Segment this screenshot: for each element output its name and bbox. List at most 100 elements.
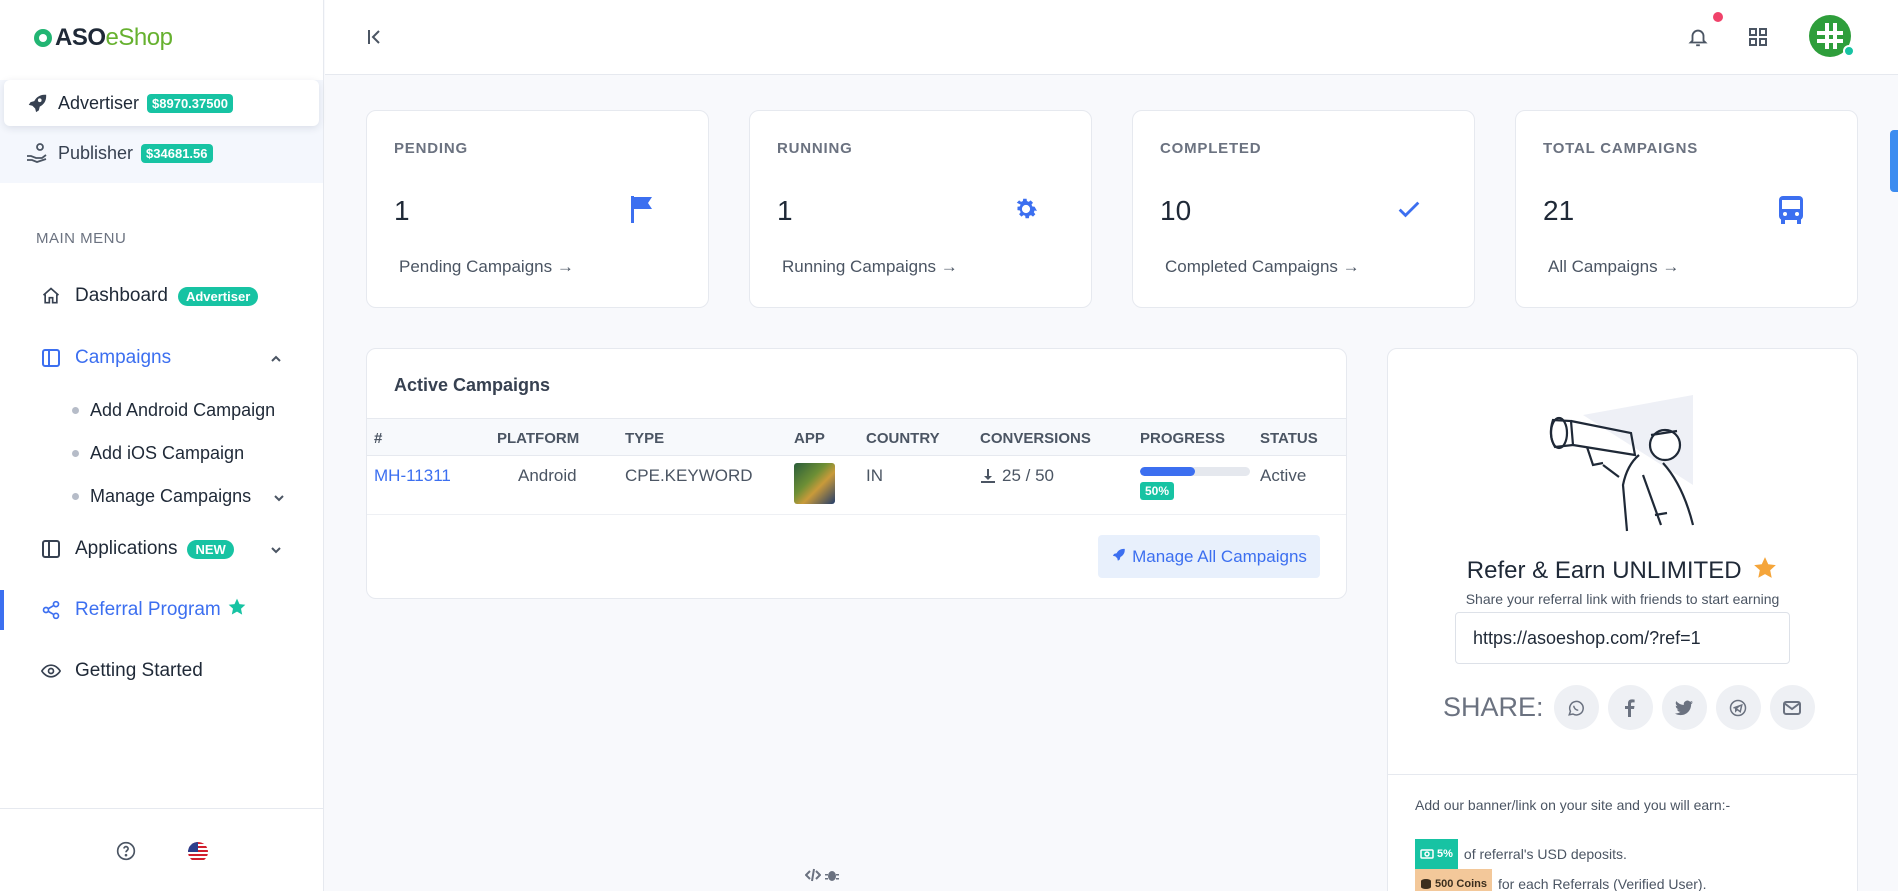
whatsapp-icon[interactable] (1553, 685, 1599, 730)
referral-card: Refer & Earn UNLIMITED Share your referr… (1387, 348, 1858, 891)
nav-label: Dashboard (75, 285, 168, 306)
referral-link-input[interactable] (1455, 612, 1790, 664)
stat-label: COMPLETED (1160, 140, 1262, 157)
stat-value: 1 (394, 195, 410, 226)
stat-card-pending: PENDING 1 Pending Campaigns → (366, 110, 709, 308)
campaigns-icon (40, 347, 62, 369)
dashboard-badge: Advertiser (177, 286, 259, 306)
facebook-icon[interactable] (1607, 685, 1653, 730)
nav-applications[interactable]: Applications NEW (0, 527, 323, 571)
nav-label: Referral Program (75, 599, 221, 620)
stat-label: PENDING (394, 140, 468, 157)
sub-add-ios-campaign[interactable]: Add iOS Campaign (72, 435, 244, 471)
top-bar (325, 0, 1898, 75)
new-badge: NEW (187, 539, 234, 559)
earn-line-coins: 500 Coins for each Referrals (Verified U… (1415, 869, 1707, 891)
column-header: CONVERSIONS (980, 430, 1091, 447)
sidebar: ASO eShop Advertiser $8970.37500 Publish… (0, 0, 324, 891)
nav-dashboard[interactable]: Dashboard Advertiser (0, 274, 323, 318)
bullet-dot (72, 449, 79, 457)
nav-label: Getting Started (75, 660, 203, 681)
mail-icon[interactable] (1769, 685, 1815, 730)
star-icon (1752, 555, 1778, 588)
dev-tools[interactable] (804, 868, 839, 887)
share-label: SHARE: (1443, 692, 1544, 722)
money-icon (1420, 849, 1434, 859)
platform-cell: Android (518, 466, 577, 485)
sub-manage-campaigns[interactable]: Manage Campaigns (72, 478, 284, 514)
column-header: COUNTRY (866, 430, 940, 447)
sub-add-android-campaign[interactable]: Add Android Campaign (72, 392, 275, 428)
all-campaigns-link[interactable]: All Campaigns → (1548, 257, 1679, 277)
online-status-dot (1843, 45, 1855, 57)
twitter-icon[interactable] (1661, 685, 1707, 730)
account-switcher: Advertiser $8970.37500 Publisher $34681.… (0, 80, 323, 183)
pending-campaigns-link[interactable]: Pending Campaigns → (399, 257, 574, 277)
nav-label: Campaigns (75, 347, 172, 368)
notification-dot (1713, 12, 1723, 22)
stat-card-running: RUNNING 1 Running Campaigns → (749, 110, 1092, 308)
stat-card-total: TOTAL CAMPAIGNS 21 All Campaigns → (1515, 110, 1858, 308)
referral-title-text: Refer & Earn UNLIMITED (1466, 557, 1742, 584)
status-cell: Active (1260, 466, 1307, 485)
manage-all-campaigns-button[interactable]: Manage All Campaigns (1098, 535, 1320, 578)
nav-referral-program[interactable]: Referral Program (0, 588, 323, 632)
account-label: Publisher (58, 142, 134, 163)
conversions-value: 25 / 50 (1002, 466, 1054, 485)
referral-subtitle: Share your referral link with friends to… (1465, 591, 1780, 607)
gear-icon (1012, 195, 1040, 228)
telegram-icon[interactable] (1715, 685, 1761, 730)
nav-getting-started[interactable]: Getting Started (0, 649, 323, 693)
pill-label: 500 Coins (1435, 878, 1487, 890)
sidebar-footer (0, 808, 323, 891)
rocket-icon (1111, 547, 1126, 567)
collapse-sidebar-icon[interactable] (367, 28, 383, 51)
account-publisher[interactable]: Publisher $34681.56 (4, 130, 319, 176)
applications-icon (40, 538, 62, 560)
table-header: # PLATFORM TYPE APP COUNTRY CONVERSIONS … (367, 418, 1346, 456)
chevron-up-icon (269, 350, 283, 372)
account-advertiser[interactable]: Advertiser $8970.37500 (4, 80, 319, 126)
customizer-tab[interactable] (1890, 130, 1898, 192)
campaign-id-link[interactable]: MH-11311 (374, 466, 451, 486)
share-icon (40, 599, 62, 621)
campaigns-table: # PLATFORM TYPE APP COUNTRY CONVERSIONS … (367, 418, 1346, 515)
main-menu-heading: MAIN MENU (36, 230, 127, 247)
percent-pill: 5% (1415, 839, 1458, 869)
home-icon (40, 285, 62, 307)
card-title: Active Campaigns (394, 375, 551, 395)
us-flag-icon[interactable] (188, 842, 208, 862)
running-campaigns-link[interactable]: Running Campaigns → (782, 257, 958, 277)
megaphone-illustration-icon (1543, 385, 1703, 550)
logo-mark-icon (34, 29, 52, 47)
help-icon[interactable] (116, 841, 136, 866)
eye-icon (40, 660, 62, 682)
completed-campaigns-link[interactable]: Completed Campaigns → (1165, 257, 1360, 277)
stat-value: 21 (1543, 195, 1575, 226)
bus-icon (1778, 195, 1804, 230)
sub-label: Add Android Campaign (90, 399, 276, 420)
stat-value: 1 (777, 195, 793, 226)
share-row: SHARE: (1443, 685, 1824, 730)
column-header: APP (794, 430, 825, 447)
nav-campaigns[interactable]: Campaigns (0, 336, 323, 380)
account-label: Advertiser (58, 92, 140, 113)
app-thumbnail (794, 463, 835, 504)
stat-card-completed: COMPLETED 10 Completed Campaigns → (1132, 110, 1475, 308)
table-row[interactable]: MH-11311 Android CPE.KEYWORD IN 25 / 50 … (367, 456, 1346, 515)
conversions-cell: 25 / 50 (980, 466, 1054, 486)
sub-label: Manage Campaigns (90, 485, 252, 506)
brand-name-part1: ASO (55, 24, 106, 51)
brand-logo[interactable]: ASO eShop (34, 24, 173, 52)
progress-bar (1140, 467, 1250, 476)
bell-icon[interactable] (1687, 26, 1709, 53)
sub-label: Add iOS Campaign (90, 442, 245, 463)
stat-label: RUNNING (777, 140, 853, 157)
balance-badge: $34681.56 (141, 143, 213, 163)
apps-grid-icon[interactable] (1749, 28, 1767, 51)
column-header: TYPE (625, 430, 665, 447)
hand-coin-icon (24, 140, 50, 166)
coins-pill: 500 Coins (1415, 869, 1492, 891)
progress-fill (1140, 467, 1195, 476)
bug-icon (825, 868, 839, 887)
